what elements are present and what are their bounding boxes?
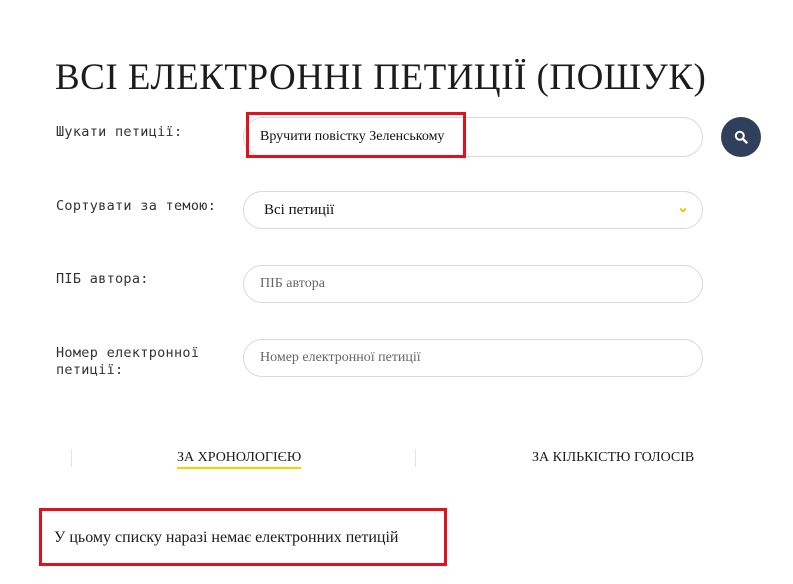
tab-divider-left bbox=[71, 449, 72, 467]
author-input[interactable]: ПІБ автора bbox=[243, 265, 703, 303]
number-label: Номер електронної петиції: bbox=[56, 345, 200, 378]
topic-select[interactable]: Всі петиції bbox=[243, 191, 703, 229]
tab-votes[interactable]: ЗА КІЛЬКІСТЮ ГОЛОСІВ bbox=[532, 450, 694, 466]
search-icon bbox=[734, 130, 748, 144]
search-label: Шукати петиції: bbox=[56, 124, 183, 140]
highlight-box-search bbox=[246, 112, 466, 158]
author-label: ПІБ автора: bbox=[56, 271, 149, 287]
tab-divider-middle bbox=[415, 449, 416, 467]
tab-chronology[interactable]: ЗА ХРОНОЛОГІЄЮ bbox=[177, 450, 302, 469]
empty-list-message: У цьому списку наразі немає електронних … bbox=[54, 529, 399, 546]
number-input[interactable]: Номер електронної петиції bbox=[243, 339, 703, 377]
chevron-down-icon bbox=[679, 207, 687, 213]
topic-label: Сортувати за темою: bbox=[56, 198, 217, 214]
author-input-placeholder: ПІБ автора bbox=[260, 276, 325, 291]
page-title: ВСІ ЕЛЕКТРОННІ ПЕТИЦІЇ (ПОШУК) bbox=[55, 57, 707, 98]
search-button[interactable] bbox=[721, 117, 761, 157]
topic-select-value: Всі петиції bbox=[264, 201, 335, 218]
number-input-placeholder: Номер електронної петиції bbox=[260, 350, 421, 365]
